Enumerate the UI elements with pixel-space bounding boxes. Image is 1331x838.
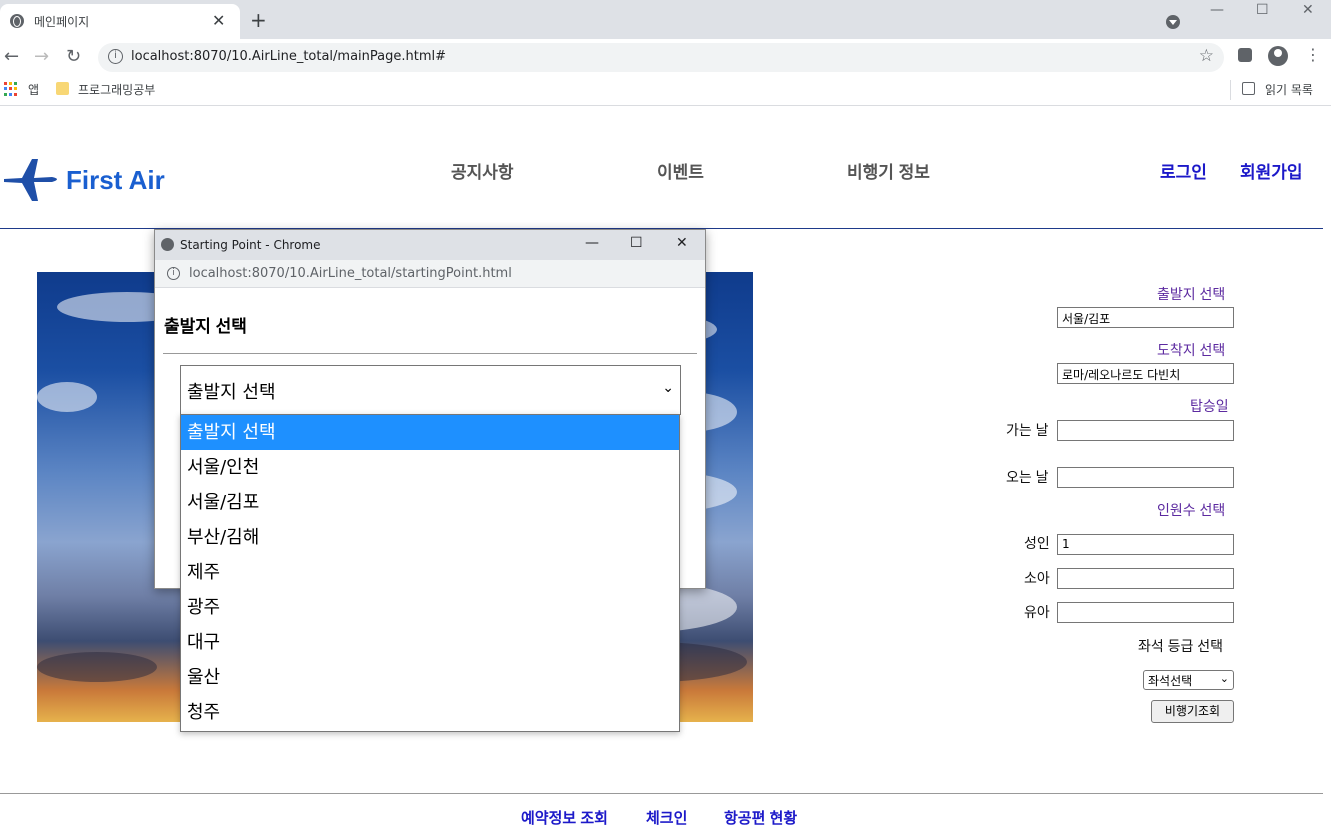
popup-window-title: Starting Point - Chrome [180,238,321,252]
address-url[interactable]: localhost:8070/10.AirLine_total/mainPage… [131,49,446,64]
close-tab-icon[interactable]: ✕ [212,11,225,30]
browser-tab-active[interactable]: 메인페이지 ✕ [0,4,240,39]
popup-titlebar[interactable]: Starting Point - Chrome — ☐ ✕ [155,230,705,260]
popup-maximize-icon[interactable]: ☐ [630,235,643,251]
maximize-icon[interactable]: ☐ [1256,2,1269,18]
browser-tabbar: 메인페이지 ✕ + — ☐ ✕ [0,0,1331,39]
arrival-field[interactable]: 로마/레오나르도 다빈치 [1057,363,1234,384]
departure-option[interactable]: 출발지 선택 [181,415,679,450]
browser-toolbar: ← → ↻ i localhost:8070/10.AirLine_total/… [0,39,1331,76]
infant-field[interactable] [1057,602,1234,623]
close-window-icon[interactable]: ✕ [1302,2,1314,18]
seat-class-label: 좌석 등급 선택 [1138,638,1224,654]
reading-list-label[interactable]: 읽기 목록 [1265,81,1313,98]
back-icon[interactable]: ← [4,46,19,67]
child-field[interactable] [1057,568,1234,589]
departure-option[interactable]: 울산 [181,660,679,695]
profile-avatar-icon[interactable] [1268,46,1288,66]
bookmarks-divider [1230,80,1231,100]
departure-option[interactable]: 청주 [181,695,679,730]
popup-divider [163,353,697,354]
seat-class-select[interactable]: 좌석선택 ⌄ [1143,670,1234,690]
bookmark-star-icon[interactable]: ☆ [1199,46,1214,66]
departure-option[interactable]: 제주 [181,555,679,590]
globe-icon [10,14,24,28]
popup-url: localhost:8070/10.AirLine_total/starting… [189,266,512,281]
arrival-label: 도착지 선택 [1157,342,1226,358]
departure-label: 출발지 선택 [1157,286,1226,302]
signup-link[interactable]: 회원가입 [1240,158,1303,183]
login-link[interactable]: 로그인 [1160,158,1207,183]
adult-field[interactable]: 1 [1057,534,1234,555]
reload-icon[interactable]: ↻ [66,46,81,67]
popup-close-icon[interactable]: ✕ [676,235,688,251]
apps-grid-icon[interactable] [4,82,18,96]
chevron-down-icon: ⌄ [1219,672,1229,685]
new-tab-icon[interactable]: + [250,8,267,32]
reading-list-icon[interactable] [1242,82,1255,95]
return-date-field[interactable] [1057,467,1234,488]
bookmarks-bar: 앱 프로그래밍공부 읽기 목록 [0,76,1331,106]
departure-options-list: 출발지 선택 서울/인천 서울/김포 부산/김해 제주 광주 대구 울산 청주 [180,414,680,732]
popup-address-bar: i localhost:8070/10.AirLine_total/starti… [155,260,705,288]
footer-flight-status-link[interactable]: 항공편 현황 [724,807,797,828]
nav-event[interactable]: 이벤트 [657,158,704,183]
chevron-down-icon: ⌄ [662,380,674,396]
menu-dots-icon[interactable]: ⋮ [1305,45,1321,64]
bookmark-folder[interactable]: 프로그래밍공부 [78,81,155,98]
search-flights-button[interactable]: 비행기조회 [1151,700,1234,723]
globe-icon [161,238,174,251]
departure-field[interactable]: 서울/김포 [1057,307,1234,328]
seat-class-value: 좌석선택 [1148,674,1193,688]
child-label: 소아 [1024,570,1050,586]
footer-divider [0,793,1323,794]
departure-option[interactable]: 서울/김포 [181,485,679,520]
forward-icon[interactable]: → [34,46,49,67]
minimize-icon[interactable]: — [1210,2,1224,18]
footer-checkin-link[interactable]: 체크인 [646,807,687,828]
departure-option[interactable]: 대구 [181,625,679,660]
logo-text[interactable]: First Air [66,165,165,196]
tab-title: 메인페이지 [34,15,90,29]
adult-label: 성인 [1024,535,1050,551]
popup-minimize-icon[interactable]: — [585,235,599,251]
depart-date-label: 가는 날 [1006,422,1049,438]
departure-option[interactable]: 부산/김해 [181,520,679,555]
return-date-label: 오는 날 [1006,469,1049,485]
departure-option[interactable]: 광주 [181,590,679,625]
departure-option[interactable]: 서울/인천 [181,450,679,485]
bookmark-apps[interactable]: 앱 [28,81,39,98]
departure-select-value: 출발지 선택 [187,382,276,403]
departure-select[interactable]: 출발지 선택 ⌄ [180,365,681,415]
extensions-icon[interactable] [1238,48,1252,62]
boarding-date-label: 탑승일 [1190,398,1229,414]
address-bar[interactable]: i localhost:8070/10.AirLine_total/mainPa… [98,43,1224,72]
infant-label: 유아 [1024,604,1050,620]
tab-search-icon[interactable] [1166,15,1180,29]
info-icon[interactable]: i [167,267,180,280]
depart-date-field[interactable] [1057,420,1234,441]
passengers-label: 인원수 선택 [1157,502,1226,518]
info-icon[interactable]: i [108,49,123,64]
airplane-logo-icon[interactable] [2,157,62,203]
footer-reservation-link[interactable]: 예약정보 조회 [521,807,608,828]
nav-aircraft-info[interactable]: 비행기 정보 [847,158,930,183]
nav-notice[interactable]: 공지사항 [451,158,514,183]
folder-icon [56,82,69,95]
popup-heading: 출발지 선택 [164,317,247,336]
